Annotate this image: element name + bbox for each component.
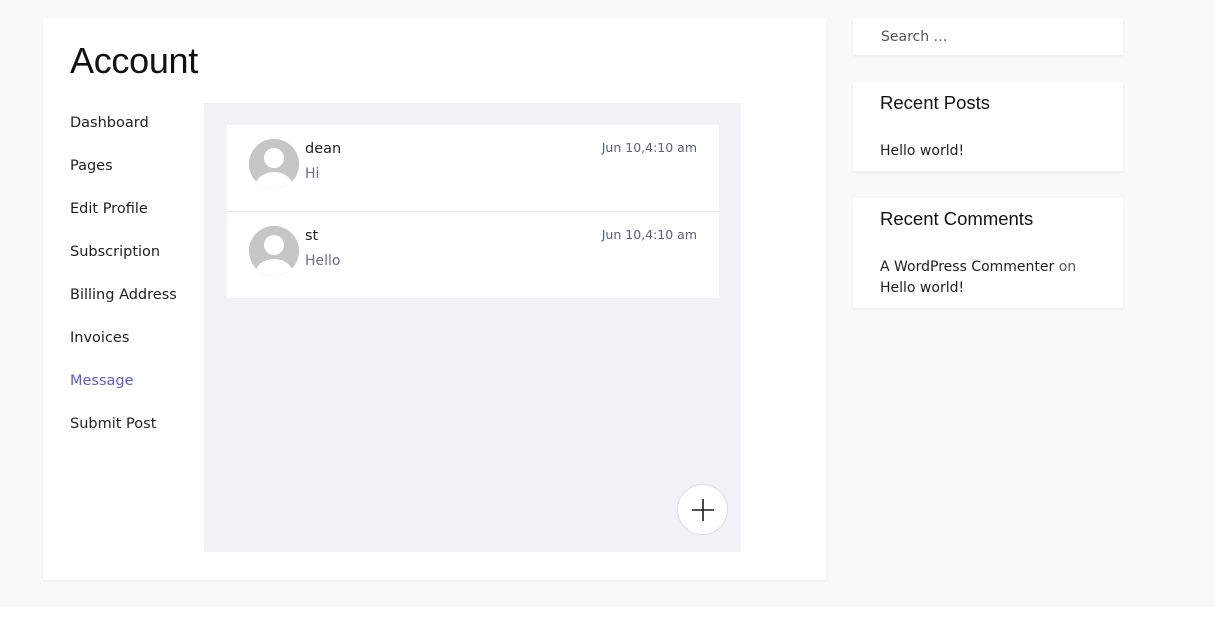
message-sender: st (305, 228, 319, 244)
nav-item-submit-post[interactable]: Submit Post (70, 414, 210, 457)
default-avatar-icon (249, 139, 299, 189)
nav-item-subscription[interactable]: Subscription (70, 242, 210, 285)
recent-comment-item: A WordPress Commenter on Hello world! (880, 257, 1096, 299)
comment-author-link[interactable]: A WordPress Commenter (880, 259, 1054, 275)
recent-comments-widget: Recent Comments A WordPress Commenter on… (853, 198, 1123, 308)
page-title: Account (70, 40, 198, 81)
nav-item-dashboard[interactable]: Dashboard (70, 113, 210, 156)
new-message-button[interactable] (677, 484, 728, 535)
message-sender: dean (305, 141, 342, 157)
account-nav: Dashboard Pages Edit Profile Subscriptio… (70, 113, 210, 457)
message-time: Jun 10,4:10 am (601, 227, 697, 242)
comment-post-link[interactable]: Hello world! (880, 280, 964, 296)
nav-item-message[interactable]: Message (70, 371, 210, 414)
recent-posts-title: Recent Posts (880, 92, 991, 113)
plus-icon (691, 498, 714, 521)
recent-post-link[interactable]: Hello world! (880, 143, 964, 159)
sidebar: Recent Posts Hello world! Recent Comment… (853, 18, 1123, 308)
account-card: Account Dashboard Pages Edit Profile Sub… (43, 18, 826, 580)
page: Account Dashboard Pages Edit Profile Sub… (0, 0, 1215, 607)
recent-posts-list: Hello world! (880, 141, 1096, 160)
search-widget (853, 18, 1123, 55)
recent-posts-widget: Recent Posts Hello world! (853, 82, 1123, 171)
nav-item-invoices[interactable]: Invoices (70, 328, 210, 371)
message-preview: Hello (305, 253, 341, 269)
recent-comments-title: Recent Comments (880, 208, 1034, 229)
message-preview: Hi (305, 166, 320, 182)
message-panel: dean Hi Jun 10,4:10 am st Hello Jun 10,4… (204, 103, 741, 552)
comment-connector: on (1058, 259, 1077, 275)
nav-item-pages[interactable]: Pages (70, 156, 210, 199)
message-row[interactable]: dean Hi Jun 10,4:10 am (227, 125, 719, 212)
nav-item-billing-address[interactable]: Billing Address (70, 285, 210, 328)
search-input[interactable] (853, 18, 1123, 55)
message-row[interactable]: st Hello Jun 10,4:10 am (227, 212, 719, 298)
default-avatar-icon (249, 226, 299, 276)
nav-item-edit-profile[interactable]: Edit Profile (70, 199, 210, 242)
message-list: dean Hi Jun 10,4:10 am st Hello Jun 10,4… (227, 125, 719, 298)
message-time: Jun 10,4:10 am (601, 140, 697, 155)
